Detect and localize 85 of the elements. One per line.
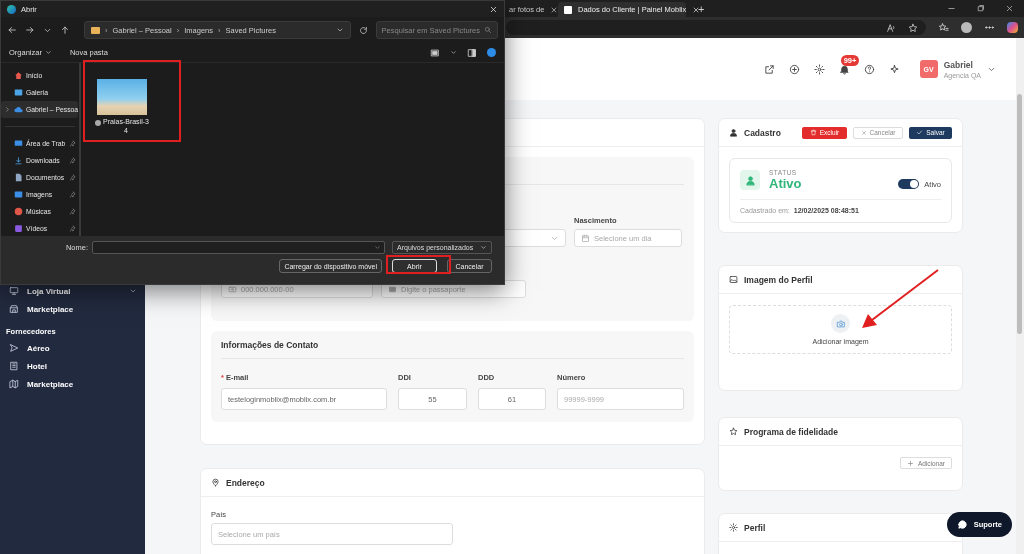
view-icon[interactable] — [430, 47, 440, 58]
passport-icon — [388, 284, 397, 294]
search-icon — [484, 26, 492, 34]
sidebar-item[interactable]: Hotel — [0, 357, 145, 375]
close-icon[interactable] — [1005, 4, 1014, 13]
chevron-down-icon — [129, 287, 137, 295]
sparkle-icon[interactable] — [888, 63, 900, 75]
close-icon — [860, 129, 867, 136]
browser-logo-icon — [7, 4, 16, 14]
close-icon[interactable] — [550, 5, 559, 14]
filename-field[interactable] — [92, 241, 385, 254]
pin-icon — [69, 225, 76, 232]
pin-icon — [69, 191, 76, 198]
active-toggle[interactable] — [898, 179, 920, 189]
scrollbar-thumb[interactable] — [1017, 94, 1022, 334]
card-title: Programa de fidelidade — [744, 426, 838, 437]
favorites-icon[interactable] — [938, 22, 949, 33]
chevron-down-icon — [374, 244, 381, 251]
trash-icon — [809, 129, 817, 136]
plane-icon — [9, 343, 19, 353]
highlight-frame — [386, 255, 451, 274]
gallery-icon — [14, 88, 23, 97]
home-icon — [14, 71, 23, 80]
plus-icon — [906, 459, 914, 467]
forward-icon[interactable] — [25, 25, 35, 35]
help-icon[interactable] — [863, 63, 875, 75]
refresh-icon[interactable] — [358, 25, 368, 35]
star-icon — [729, 427, 738, 436]
chevron-right-icon[interactable] — [3, 106, 11, 113]
photo-placeholder — [97, 79, 147, 115]
read-aloud-icon[interactable] — [886, 22, 896, 33]
video-icon — [14, 224, 23, 233]
favorite-star-icon[interactable] — [908, 22, 918, 33]
user-name: Gabriel — [943, 59, 974, 70]
desktop-icon — [14, 139, 23, 148]
status-value: Ativo — [769, 176, 802, 191]
pin-icon — [69, 174, 76, 181]
picture-icon — [14, 190, 23, 199]
calendar-icon — [581, 233, 590, 243]
pin-icon — [69, 208, 76, 215]
settings-icon[interactable] — [813, 63, 825, 75]
restore-icon[interactable] — [976, 4, 985, 13]
bell-icon[interactable] — [838, 63, 850, 75]
sidebar-item[interactable]: Marketplace — [0, 300, 145, 318]
chevron-down-icon — [335, 26, 344, 34]
sidebar-item[interactable]: Loja Virtual — [0, 282, 145, 300]
card-title: Cadastro — [744, 127, 781, 138]
card-title: Perfil — [744, 522, 766, 533]
external-link-icon[interactable] — [763, 63, 775, 75]
copilot-icon[interactable] — [1007, 22, 1018, 33]
pin-icon — [69, 140, 76, 147]
chevron-down-icon — [480, 244, 487, 251]
store-icon — [9, 304, 19, 314]
cloud-icon — [14, 105, 23, 114]
new-tab-button[interactable]: + — [696, 2, 707, 17]
plus-circle-icon[interactable] — [788, 63, 800, 75]
map-icon — [9, 379, 19, 389]
caret-icon[interactable] — [450, 49, 457, 56]
id-card-icon — [228, 284, 237, 294]
document-icon — [14, 173, 23, 182]
section-title: Informações de Contato — [221, 331, 684, 359]
chat-bubble-icon — [956, 519, 968, 530]
building-icon — [9, 361, 19, 371]
monitor-icon — [9, 286, 19, 296]
check-icon — [916, 129, 924, 136]
image-icon — [729, 275, 738, 284]
favicon-icon — [564, 5, 572, 14]
folder-icon — [91, 26, 100, 34]
camera-glyph-icon — [835, 318, 846, 329]
caret-icon — [44, 49, 52, 56]
pin-icon — [69, 157, 76, 164]
sidebar-item[interactable]: Aéreo — [0, 339, 145, 357]
user-icon — [729, 128, 738, 137]
close-icon[interactable] — [489, 4, 498, 14]
music-icon — [14, 207, 23, 216]
location-pin-icon — [211, 478, 220, 487]
back-icon[interactable] — [7, 25, 17, 35]
card-title: Imagem do Perfil — [744, 274, 813, 285]
up-arrow-icon[interactable] — [60, 25, 70, 35]
help-icon[interactable] — [487, 48, 496, 57]
gear-icon — [729, 523, 738, 532]
preview-pane-icon[interactable] — [467, 47, 477, 58]
sidebar-item[interactable]: Marketplace — [0, 375, 145, 393]
profile-icon[interactable] — [961, 22, 972, 33]
card-title: Endereço — [226, 477, 265, 488]
